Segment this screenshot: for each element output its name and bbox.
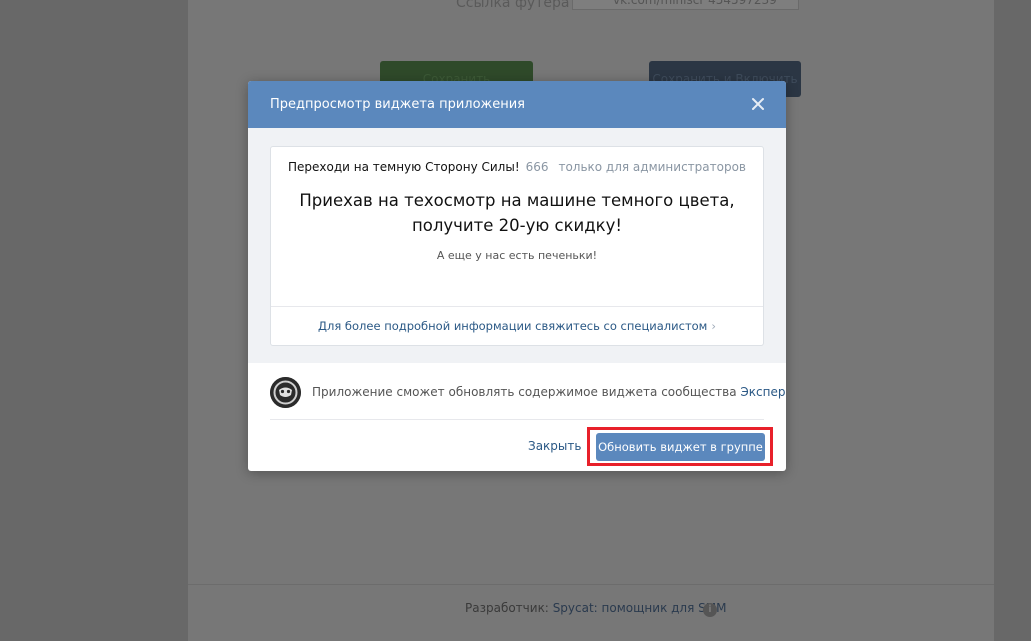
- footer-link-input[interactable]: vk.com/miniscr 454597239: [572, 0, 799, 10]
- app-avatar[interactable]: [270, 377, 301, 408]
- widget-preview-area: Переходи на темную Сторону Силы! 666 толь…: [248, 128, 786, 363]
- widget-card: Переходи на темную Сторону Силы! 666 толь…: [270, 146, 764, 346]
- community-link[interactable]: Эксперимент: [740, 385, 786, 399]
- chevron-right-icon: ›: [711, 319, 716, 333]
- widget-title-text: Переходи на темную Сторону Силы!: [288, 160, 520, 174]
- app-notice-text: Приложение сможет обновлять содержимое в…: [312, 385, 786, 399]
- modal-header: Предпросмотр виджета приложения: [248, 81, 786, 128]
- widget-subtitle: А еще у нас есть печеньки!: [436, 249, 598, 262]
- update-widget-button[interactable]: Обновить виджет в группе: [596, 433, 765, 461]
- widget-headline-line1: Приехав на техосмотр на машине темного ц…: [299, 191, 735, 210]
- widget-headline-line2: получите 20-ую скидку!: [411, 216, 623, 235]
- widget-count: 666: [525, 160, 549, 174]
- admin-only-label: только для администраторов: [558, 160, 746, 174]
- widget-preview-modal: Предпросмотр виджета приложения Переходи…: [248, 81, 786, 471]
- developer-link[interactable]: Spycat: помощник для SMM: [553, 601, 727, 615]
- widget-divider: [271, 306, 763, 307]
- widget-headline: Приехав на техосмотр на машине темного ц…: [271, 188, 763, 238]
- app-notice: Приложение сможет обновлять содержимое в…: [312, 385, 737, 399]
- widget-more-link[interactable]: Для более подробной информации свяжитесь…: [271, 319, 763, 333]
- footer-link-label: Ссылка футера: [456, 0, 570, 11]
- widget-title[interactable]: Переходи на темную Сторону Силы! 666: [288, 160, 549, 174]
- info-icon[interactable]: i: [703, 603, 717, 617]
- developer-info: Разработчик: Spycat: помощник для SMM: [465, 601, 726, 615]
- developer-label: Разработчик:: [465, 601, 549, 615]
- close-icon[interactable]: [748, 94, 768, 114]
- close-button[interactable]: Закрыть: [528, 439, 581, 453]
- modal-title: Предпросмотр виджета приложения: [270, 97, 526, 112]
- footer-divider: [188, 584, 994, 585]
- widget-more-text: Для более подробной информации свяжитесь…: [318, 319, 708, 333]
- modal-footer-divider: [270, 419, 764, 420]
- app-notice-row: Приложение сможет обновлять содержимое в…: [270, 377, 786, 408]
